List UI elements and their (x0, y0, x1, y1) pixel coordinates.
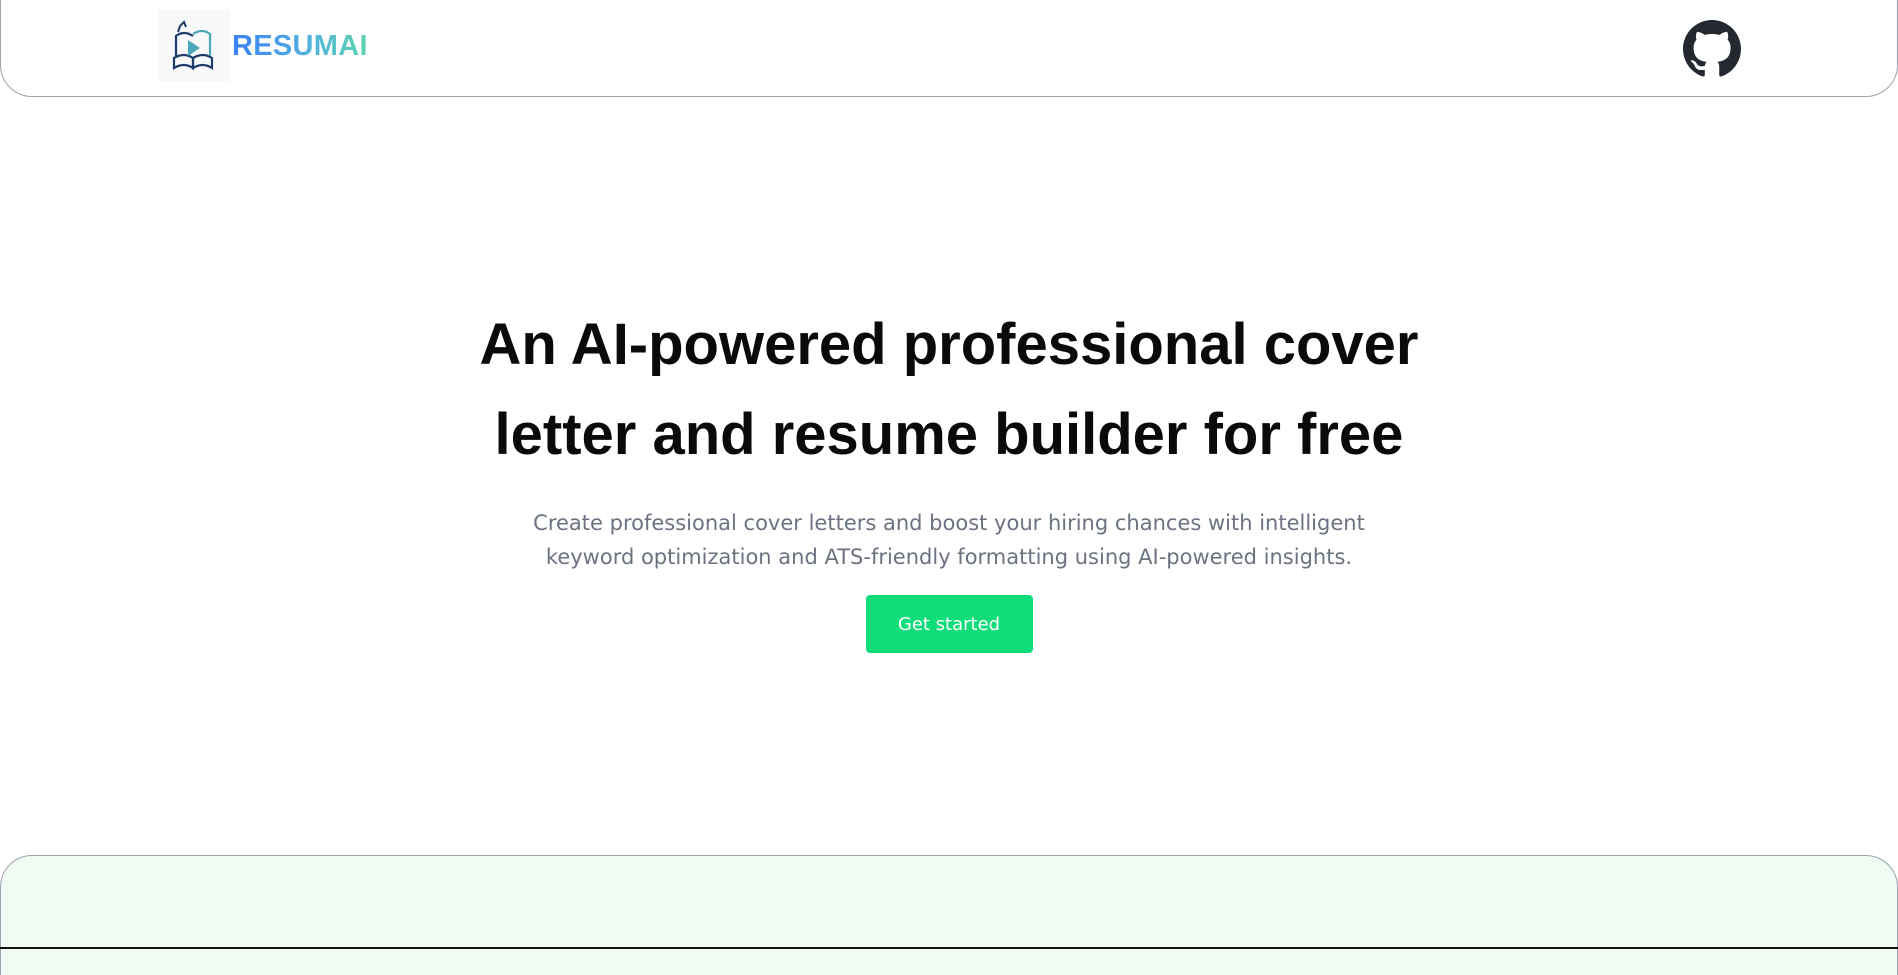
hero-subtitle: Create professional cover letters and bo… (533, 511, 1365, 569)
features-section (0, 855, 1898, 975)
github-icon (1683, 20, 1741, 77)
hero-title: An AI-powered professional cover letter … (479, 312, 1419, 467)
hero-section: An AI-powered professional cover letter … (0, 300, 1898, 653)
brand-link[interactable]: RESUMAI (158, 10, 368, 82)
github-link[interactable] (1683, 20, 1741, 78)
site-header: RESUMAI (0, 0, 1898, 97)
get-started-button[interactable]: Get started (865, 595, 1033, 653)
brand-name: RESUMAI (232, 29, 368, 62)
book-play-logo-icon (158, 10, 230, 82)
